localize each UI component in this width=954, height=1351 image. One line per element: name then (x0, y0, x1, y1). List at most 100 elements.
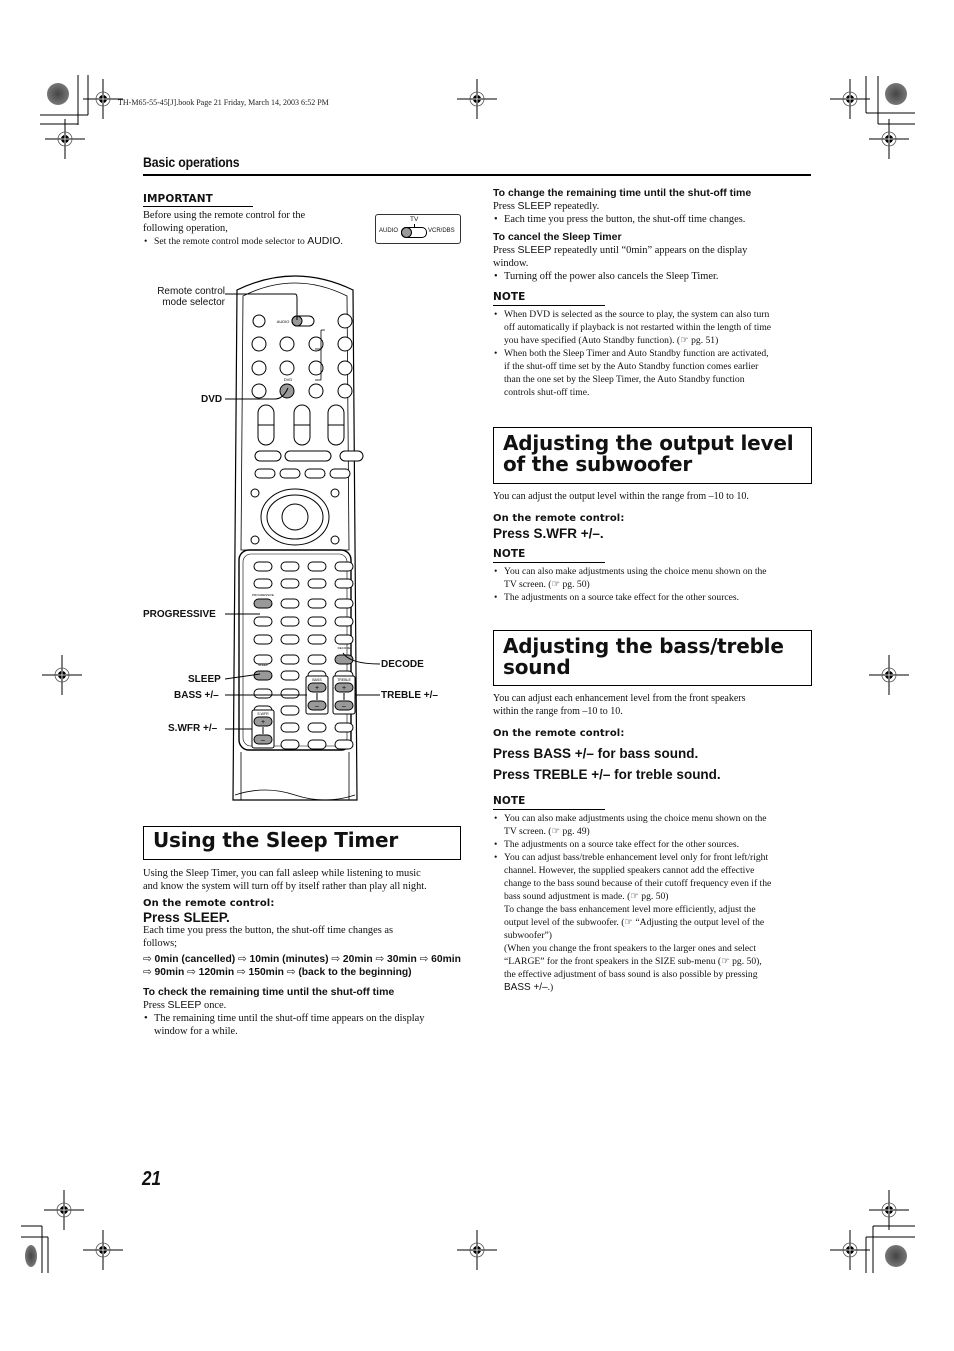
remote-button (329, 468, 351, 479)
bass-label: BASS (312, 678, 322, 682)
sleep-timer-body: Using the Sleep Timer, you can fall asle… (143, 867, 473, 1038)
note-bullet: The adjustments on a source take effect … (493, 591, 818, 604)
crosshair-icon (868, 1189, 910, 1231)
note-line: you have specified (Auto Standby functio… (504, 335, 719, 346)
check-press-line: Press SLEEP once. (143, 999, 227, 1011)
remote-button (279, 468, 301, 479)
remote-button (280, 616, 300, 627)
callout-dvd: DVD (201, 394, 223, 405)
remote-button (337, 360, 353, 376)
bass-plus-glyph: + (315, 685, 319, 692)
note-line: To change the bass enhancement level mor… (504, 904, 756, 915)
note-bullet: When DVD is selected as the source to pl… (493, 308, 818, 347)
subwoofer-note-label: NOTE (493, 548, 526, 560)
dpad-enter-button (281, 503, 309, 531)
sequence-step: 10min (minutes) (249, 954, 332, 965)
note-bullet: When both the Sleep Timer and Auto Stand… (493, 347, 818, 399)
sequence-arrow-icon: ⇨ (236, 967, 249, 978)
remote-button (308, 383, 324, 399)
note-line: controls shut-off time. (504, 387, 590, 398)
remote-button (280, 722, 300, 733)
cancel-sleep-heading: To cancel the Sleep Timer (493, 231, 622, 243)
sleep-each-time-line: Each time you press the button, the shut… (143, 925, 393, 936)
remote-button (280, 634, 300, 645)
cancel-press-line: Press SLEEP repeatedly until “0min” appe… (493, 244, 748, 256)
note-line: subwoofer”) (504, 930, 552, 941)
book-print-line: TH-M65-55-45[J].book Page 21 Friday, Mar… (118, 98, 329, 107)
remote-button (307, 722, 327, 733)
remote-button (334, 739, 354, 750)
cancel-bullet: Turning off the power also cancels the S… (493, 270, 818, 283)
remote-button (334, 561, 354, 572)
sequence-arrow-icon: ⇨ (238, 954, 250, 965)
note-line: (When you change the front speakers to t… (504, 943, 757, 954)
callout-sleep: SLEEP (188, 674, 221, 685)
bass-treble-intro-line: within the range from –10 to 10. (493, 706, 623, 717)
registration-dot-top-right (885, 83, 907, 105)
sleep-keyword: SLEEP (517, 244, 552, 256)
note-line: You can adjust bass/treble enhancement l… (504, 852, 769, 863)
sequence-arrow-icon: ⇨ (286, 967, 299, 978)
selector-label-vcr-dbs: VCR/DBS (428, 228, 455, 234)
remote-button (250, 535, 260, 545)
bass-treble-title-line: sound (503, 655, 571, 679)
sleep-on-remote-label: On the remote control: (143, 898, 275, 909)
bass-treble-title-line: Adjusting the bass/treble (503, 634, 784, 658)
remote-button (304, 468, 326, 479)
sequence-arrow-icon: ⇨ (143, 954, 155, 965)
press-treble-instruction: Press TREBLE +/– for treble sound. (493, 767, 721, 782)
important-rule (143, 206, 253, 207)
remote-button (307, 578, 327, 589)
remote-button (253, 578, 273, 589)
remote-control-illustration: AUDIO DVD PROGRESSIVE DECODE SLEEP BASS + – TREB… (225, 275, 381, 801)
registration-dot-bottom-right (885, 1245, 907, 1267)
decode-label: DECODE (338, 646, 351, 650)
remote-button (334, 634, 354, 645)
bass-treble-on-remote-label: On the remote control: (493, 728, 625, 739)
remote-button (254, 468, 276, 479)
note-line: the effective adjustment of bass sound i… (504, 969, 758, 980)
remote-button (250, 488, 260, 498)
subwoofer-title-line: of the subwoofer (503, 452, 693, 476)
note-line: You can also make adjustments using the … (504, 813, 767, 824)
progressive-button (253, 598, 273, 609)
check-bullet: The remaining time until the shut-off ti… (143, 1012, 473, 1038)
sequence-step: 30min (387, 954, 420, 965)
crosshair-icon (456, 78, 498, 120)
note-rule (493, 305, 605, 306)
sleep-intro-line: and know the system will turn off by its… (143, 881, 427, 892)
sleep-time-sequence: ⇨ 0min (cancelled) ⇨ 10min (minutes) ⇨ 2… (143, 953, 461, 979)
crosshair-icon (41, 654, 83, 696)
note-bullet-last-line: BASS +/–.) (504, 982, 554, 993)
crosshair-icon (868, 654, 910, 696)
subwoofer-title-line: Adjusting the output level (503, 431, 794, 455)
remote-button (330, 488, 340, 498)
remote-button (330, 535, 340, 545)
remote-button (339, 450, 364, 462)
remote-button (253, 561, 273, 572)
note-rule (493, 562, 605, 563)
crosshair-icon (82, 1229, 124, 1271)
note-bullet: You can also make adjustments using the … (493, 812, 818, 838)
note-line: “LARGE” for the front speakers in the SI… (504, 956, 762, 967)
sleep-label: SLEEP (258, 663, 268, 667)
press-swfr-instruction: Press S.WFR +/–. (493, 526, 604, 541)
remote-button (251, 383, 267, 399)
subwoofer-note-list: You can also make adjustments using the … (493, 565, 818, 604)
remote-button (334, 598, 354, 609)
remote-button (307, 561, 327, 572)
treble-plus-glyph: + (342, 685, 346, 692)
mode-selector-diagram: TV AUDIO VCR/DBS (375, 214, 461, 244)
cancel-press-line-2: window. (493, 258, 529, 269)
dvd-label: DVD (284, 377, 293, 382)
remote-button (251, 360, 267, 376)
sequence-arrow-icon: ⇨ (375, 954, 387, 965)
change-press-line: Press SLEEP repeatedly. (493, 200, 600, 212)
bass-treble-note-label: NOTE (493, 795, 526, 807)
selector-label-audio: AUDIO (379, 228, 399, 234)
crosshair-icon (44, 118, 86, 160)
swfr-plus-glyph: + (261, 719, 265, 726)
remote-button (334, 722, 354, 733)
remote-button (253, 634, 273, 645)
remote-button (334, 578, 354, 589)
